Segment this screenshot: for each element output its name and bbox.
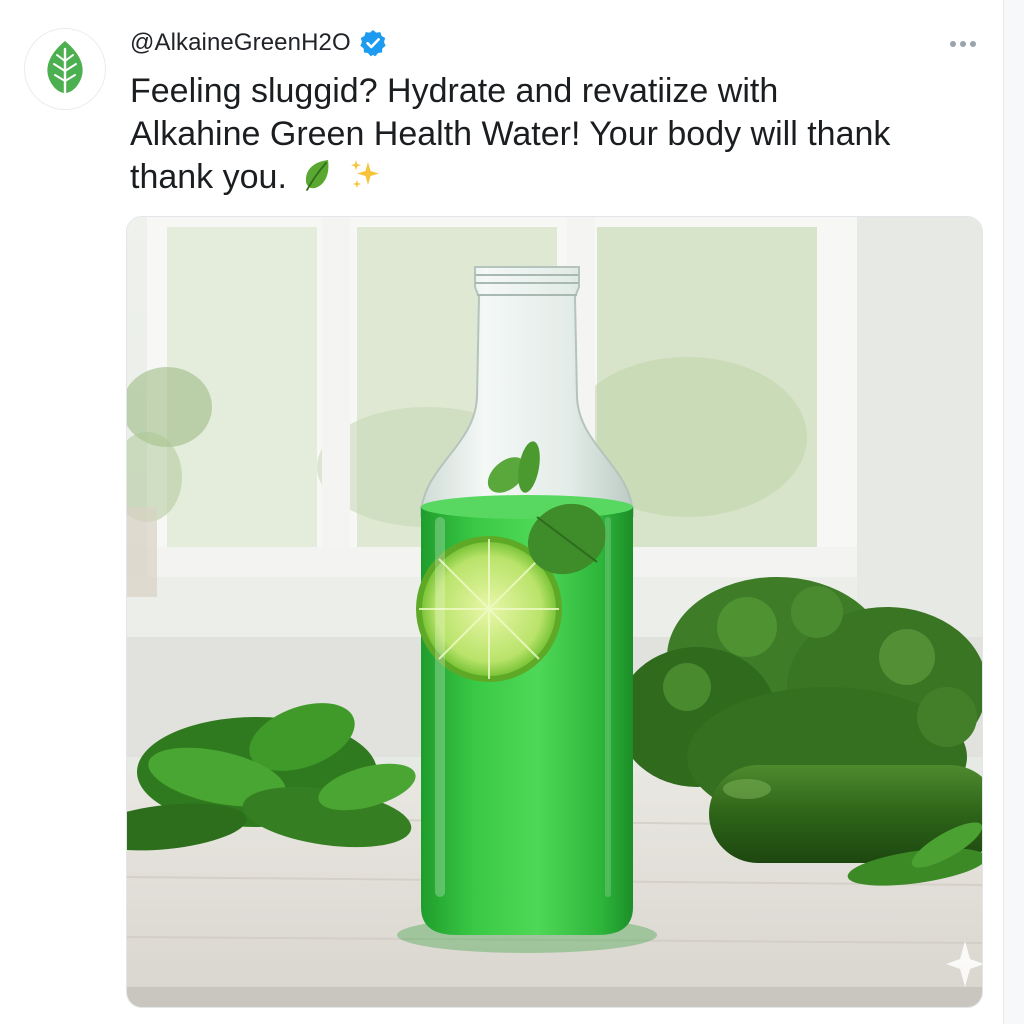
verified-badge-icon (359, 29, 387, 57)
tweet-media-image[interactable] (126, 216, 983, 1008)
tweet-text-line: Alkahine Green Health Water! Your body w… (130, 115, 891, 153)
more-options-icon[interactable] (943, 30, 983, 58)
more-dot (960, 41, 966, 47)
leaf-icon (47, 41, 83, 99)
tweet-card: @AlkaineGreenH2O Feeling sluggid? Hydrat… (0, 0, 1004, 1024)
leaf-icon (302, 158, 332, 203)
more-dot (950, 41, 956, 47)
author-handle[interactable]: @AlkaineGreenH2O (130, 29, 351, 57)
sparkles-icon (348, 158, 382, 203)
author-row: @AlkaineGreenH2O (130, 26, 387, 60)
tweet-text-line: thank you. (130, 156, 970, 203)
avatar[interactable] (24, 28, 106, 110)
tweet-text: Feeling sluggid? Hydrate and revatiize w… (130, 70, 970, 203)
more-dot (970, 41, 976, 47)
tweet-text-line: Feeling sluggid? Hydrate and revatiize w… (130, 72, 779, 110)
tweet-text-line-end: thank you. (130, 158, 287, 196)
